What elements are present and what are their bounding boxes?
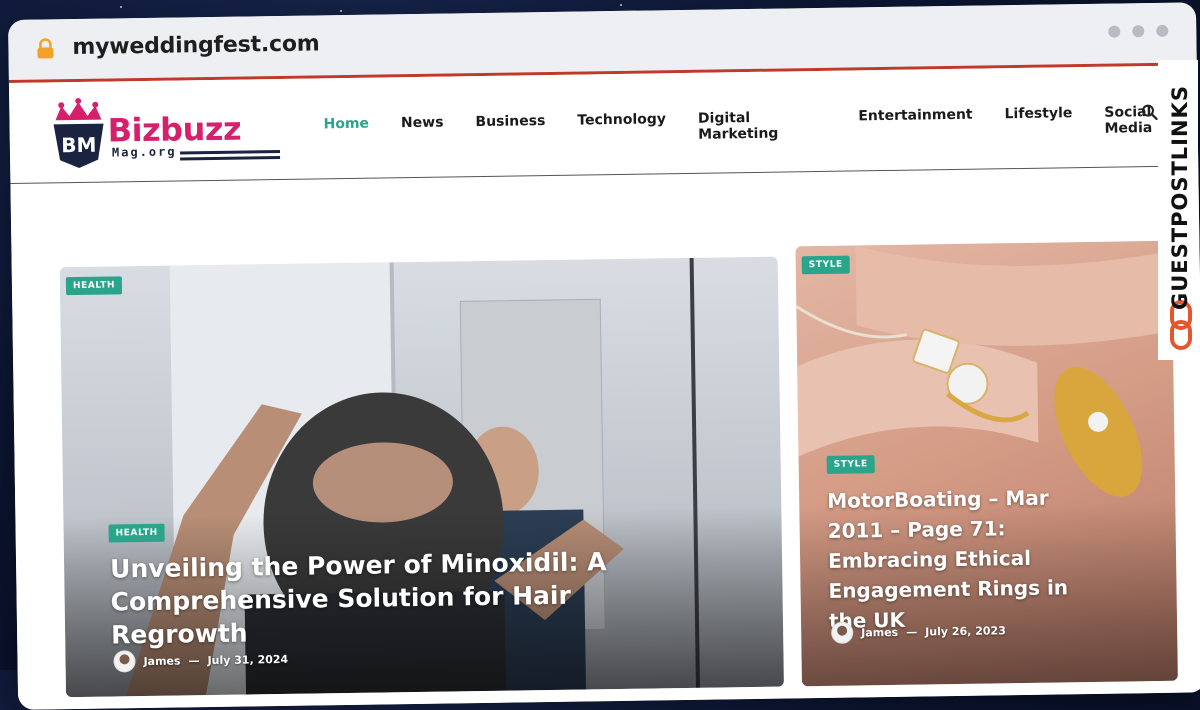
avatar bbox=[831, 621, 854, 644]
url-text[interactable]: myweddingfest.com bbox=[72, 31, 319, 60]
nav-home[interactable]: Home bbox=[323, 116, 369, 149]
logo-underline bbox=[179, 149, 281, 155]
window-controls bbox=[1108, 24, 1169, 38]
post-meta: James — July 26, 2023 bbox=[831, 619, 1006, 644]
avatar bbox=[113, 650, 136, 673]
crown-icon: BM bbox=[53, 97, 104, 168]
logo-underline bbox=[180, 155, 281, 161]
nav-lifestyle[interactable]: Lifestyle bbox=[1004, 105, 1072, 138]
window-dot[interactable] bbox=[1132, 25, 1145, 38]
browser-window: myweddingfest.com BM Bizbuzz Mag.org Hom… bbox=[8, 2, 1200, 710]
nav-entertainment[interactable]: Entertainment bbox=[858, 107, 973, 141]
logo-domain: Mag.org bbox=[111, 144, 177, 160]
featured-post-card[interactable]: HEALTH HEALTH Unveiling the Power of Min… bbox=[59, 256, 784, 698]
post-author[interactable]: James bbox=[861, 625, 898, 639]
lock-icon bbox=[37, 38, 54, 59]
search-icon[interactable] bbox=[1141, 104, 1158, 121]
post-author[interactable]: James bbox=[143, 654, 180, 668]
site-logo[interactable]: BM Bizbuzz Mag.org bbox=[49, 95, 290, 169]
window-dot[interactable] bbox=[1156, 24, 1169, 37]
watermark-text: GUESTPOSTLINKS bbox=[1168, 85, 1192, 310]
meta-separator: — bbox=[906, 625, 918, 639]
nav-digital-marketing[interactable]: Digital Marketing bbox=[698, 109, 827, 143]
window-dot[interactable] bbox=[1108, 25, 1121, 38]
category-badge[interactable]: STYLE bbox=[801, 255, 850, 275]
category-badge[interactable]: HEALTH bbox=[65, 276, 123, 296]
star bbox=[620, 4, 622, 6]
post-date: July 31, 2024 bbox=[207, 652, 289, 667]
nav-technology[interactable]: Technology bbox=[577, 111, 666, 144]
star bbox=[340, 10, 342, 12]
website: BM Bizbuzz Mag.org Home News Business Te… bbox=[8, 65, 1200, 710]
post-title[interactable]: Unveiling the Power of Minoxidil: A Comp… bbox=[110, 544, 671, 651]
post-meta: James — July 31, 2024 bbox=[113, 648, 288, 673]
category-badge[interactable]: STYLE bbox=[826, 455, 875, 474]
meta-separator: — bbox=[188, 653, 200, 667]
side-post-card[interactable]: STYLE STYLE MotorBoating – Mar 2011 – Pa… bbox=[795, 240, 1178, 687]
category-badge[interactable]: HEALTH bbox=[108, 523, 165, 543]
post-title[interactable]: MotorBoating – Mar 2011 – Page 71: Embra… bbox=[827, 482, 1099, 636]
nav-news[interactable]: News bbox=[401, 115, 444, 148]
nav-business[interactable]: Business bbox=[475, 113, 545, 146]
svg-text:BM: BM bbox=[61, 133, 97, 158]
post-date: July 26, 2023 bbox=[925, 623, 1006, 638]
site-header: BM Bizbuzz Mag.org Home News Business Te… bbox=[8, 65, 1199, 184]
main-nav: Home News Business Technology Digital Ma… bbox=[323, 103, 1197, 148]
star bbox=[120, 6, 122, 8]
